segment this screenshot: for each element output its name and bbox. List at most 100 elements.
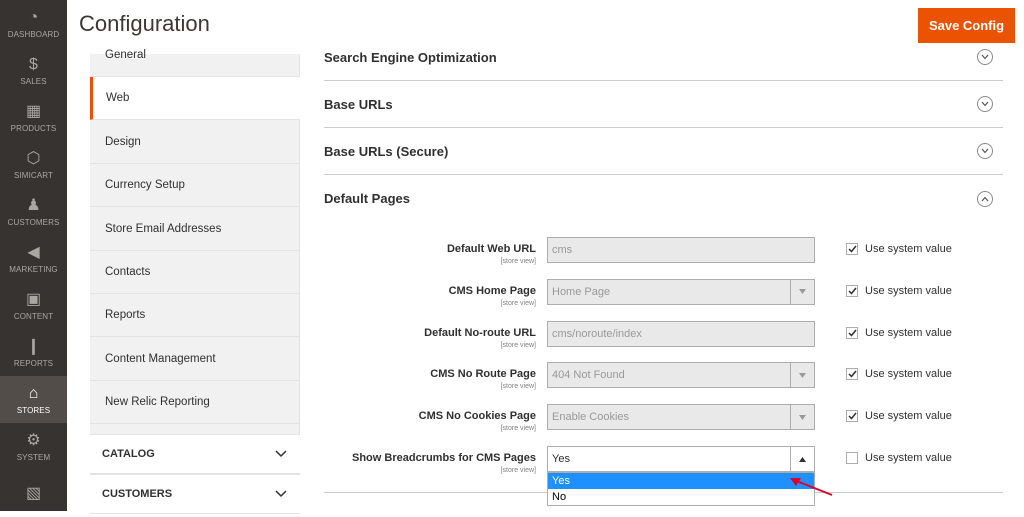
fieldset-seo-title: Search Engine Optimization xyxy=(324,49,497,65)
tab-web[interactable]: Web xyxy=(90,77,300,121)
nav-label: STORES xyxy=(16,405,51,415)
dropdown-option-yes[interactable]: Yes xyxy=(548,473,814,489)
caret-down-icon xyxy=(790,405,814,430)
cube-icon: ▦ xyxy=(25,102,42,120)
use-system-value-label: Use system value xyxy=(865,243,952,255)
field-label: Show Breadcrumbs for CMS Pages xyxy=(352,452,536,464)
field-label: CMS No Route Page xyxy=(430,368,536,381)
use-system-value[interactable]: Use system value xyxy=(846,410,952,423)
nav-label: MARKETING xyxy=(9,264,58,274)
tab-new-relic-reporting[interactable]: New Relic Reporting xyxy=(90,381,300,425)
field-value: Yes xyxy=(552,453,570,465)
nav-item-content[interactable]: ▣ CONTENT xyxy=(0,282,67,329)
fieldset-base-urls-secure[interactable]: Base URLs (Secure) xyxy=(324,128,1003,175)
tab-general[interactable]: General xyxy=(90,34,300,77)
fieldset-default-pages-title: Default Pages xyxy=(324,191,410,206)
field-row-cms-no-route-page: CMS No Route Page [store view] 404 Not Fou… xyxy=(324,362,1003,404)
checkbox-unchecked[interactable] xyxy=(846,452,858,464)
field-label: CMS No Cookies Page xyxy=(418,410,536,423)
use-system-value[interactable]: Use system value xyxy=(846,284,952,297)
use-system-value-label: Use system value xyxy=(865,410,952,423)
use-system-value[interactable]: Use system value xyxy=(846,326,952,339)
content-icon: ▣ xyxy=(25,290,42,308)
cms-home-page-select[interactable]: Home Page xyxy=(547,278,815,305)
nav-item-reports[interactable]: ❙ REPORTS xyxy=(0,329,67,376)
collapse-circle-icon xyxy=(977,190,993,207)
chevron-down-icon xyxy=(275,489,287,499)
fieldset-base-urls-title: Base URLs xyxy=(324,96,393,112)
cms-no-route-page-select[interactable]: 404 Not Found xyxy=(547,362,815,389)
default-web-url-input[interactable]: cms xyxy=(547,237,815,263)
nav-label: SYSTEM xyxy=(16,452,51,462)
nav-item-dashboard[interactable]: ◔ DASHBOARD xyxy=(0,0,67,47)
box-icon: ▧ xyxy=(25,484,42,502)
checkbox-checked[interactable] xyxy=(846,326,858,339)
expand-circle-icon xyxy=(977,96,993,112)
field-label: Default No-route URL xyxy=(424,326,536,339)
tab-currency-setup[interactable]: Currency Setup xyxy=(90,164,300,208)
section-catalog-label: CATALOG xyxy=(102,448,155,460)
checkbox-checked[interactable] xyxy=(846,284,858,297)
fieldset-base-urls-secure-title: Base URLs (Secure) xyxy=(324,143,449,159)
dropdown-option-no[interactable]: No xyxy=(548,489,814,505)
tab-design[interactable]: Design xyxy=(90,121,300,164)
nav-item-simicart[interactable]: ⬡ SIMICART xyxy=(0,141,67,188)
use-system-value[interactable]: Use system value xyxy=(846,368,952,381)
use-system-value-label: Use system value xyxy=(865,326,952,339)
use-system-value-label: Use system value xyxy=(865,452,952,464)
use-system-value[interactable]: Use system value xyxy=(846,452,952,464)
nav-item-sales[interactable]: $ SALES xyxy=(0,47,67,94)
section-customers[interactable]: CUSTOMERS xyxy=(90,474,300,514)
field-row-cms-no-cookies-page: CMS No Cookies Page [store view] Enable Co… xyxy=(324,404,1003,446)
nav-item-more[interactable]: ▧ xyxy=(0,470,67,517)
person-icon: ♟ xyxy=(26,196,41,214)
tab-reports[interactable]: Reports xyxy=(90,294,300,338)
use-system-value-label: Use system value xyxy=(865,368,952,381)
use-system-value[interactable]: Use system value xyxy=(846,243,952,255)
nav-label: DASHBOARD xyxy=(7,29,60,39)
bar-chart-icon: ❙ xyxy=(26,337,41,355)
nav-label: SALES xyxy=(20,76,47,86)
field-scope: [store view] xyxy=(500,425,536,433)
field-scope: [store view] xyxy=(500,383,536,391)
section-catalog[interactable]: CATALOG xyxy=(90,434,300,474)
caret-down-icon xyxy=(790,363,814,388)
fieldset-seo[interactable]: Search Engine Optimization xyxy=(324,34,1003,81)
field-value: 404 Not Found xyxy=(552,369,625,382)
show-breadcrumbs-for-cms-pages-select[interactable]: Yes xyxy=(547,446,815,472)
tab-content-management[interactable]: Content Management xyxy=(90,338,300,381)
config-tabs: General Web Design Currency Setup Store Emai… xyxy=(90,49,300,514)
checkbox-checked[interactable] xyxy=(846,368,858,381)
field-row-cms-home-page: CMS Home Page [store view] Home Page Use sy… xyxy=(324,278,1003,321)
caret-up-icon xyxy=(790,447,814,471)
dollar-icon: $ xyxy=(29,55,38,73)
fieldset-base-urls[interactable]: Base URLs xyxy=(324,81,1003,128)
hexagon-icon: ⬡ xyxy=(26,149,41,167)
fieldset-default-pages[interactable]: Default Pages xyxy=(324,175,1003,222)
use-system-value-label: Use system value xyxy=(865,284,952,297)
default-no-route-url-input[interactable]: cms/noroute/index xyxy=(547,320,815,347)
nav-item-marketing[interactable]: ◀ MARKETING xyxy=(0,235,67,282)
field-row-default-web-url: Default Web URL [store view] cms Use system… xyxy=(324,237,1003,279)
checkbox-checked[interactable] xyxy=(846,410,858,423)
field-label: CMS Home Page xyxy=(448,284,536,297)
nav-item-products[interactable]: ▦ PRODUCTS xyxy=(0,94,67,141)
nav-item-customers[interactable]: ♟ CUSTOMERS xyxy=(0,188,67,235)
checkbox-checked[interactable] xyxy=(846,243,858,255)
field-value: Home Page xyxy=(552,285,611,298)
nav-label: CUSTOMERS xyxy=(7,217,60,227)
caret-down-icon xyxy=(790,279,814,304)
field-value: Enable Cookies xyxy=(552,411,630,424)
cms-no-cookies-page-select[interactable]: Enable Cookies xyxy=(547,404,815,431)
dashboard-icon: ◔ xyxy=(28,8,39,26)
tab-contacts[interactable]: Contacts xyxy=(90,251,300,294)
nav-item-system[interactable]: ⚙ SYSTEM xyxy=(0,423,67,470)
nav-item-stores[interactable]: ⌂ STORES xyxy=(0,376,67,423)
expand-circle-icon xyxy=(977,143,993,159)
nav-label: PRODUCTS xyxy=(10,123,57,133)
field-row-default-no-route-url: Default No-route URL [store view] cms/noro… xyxy=(324,320,1003,363)
expand-circle-icon xyxy=(977,49,993,65)
field-scope: [store view] xyxy=(500,258,536,265)
store-icon: ⌂ xyxy=(28,384,39,402)
tab-store-email-addresses[interactable]: Store Email Addresses xyxy=(90,208,300,251)
